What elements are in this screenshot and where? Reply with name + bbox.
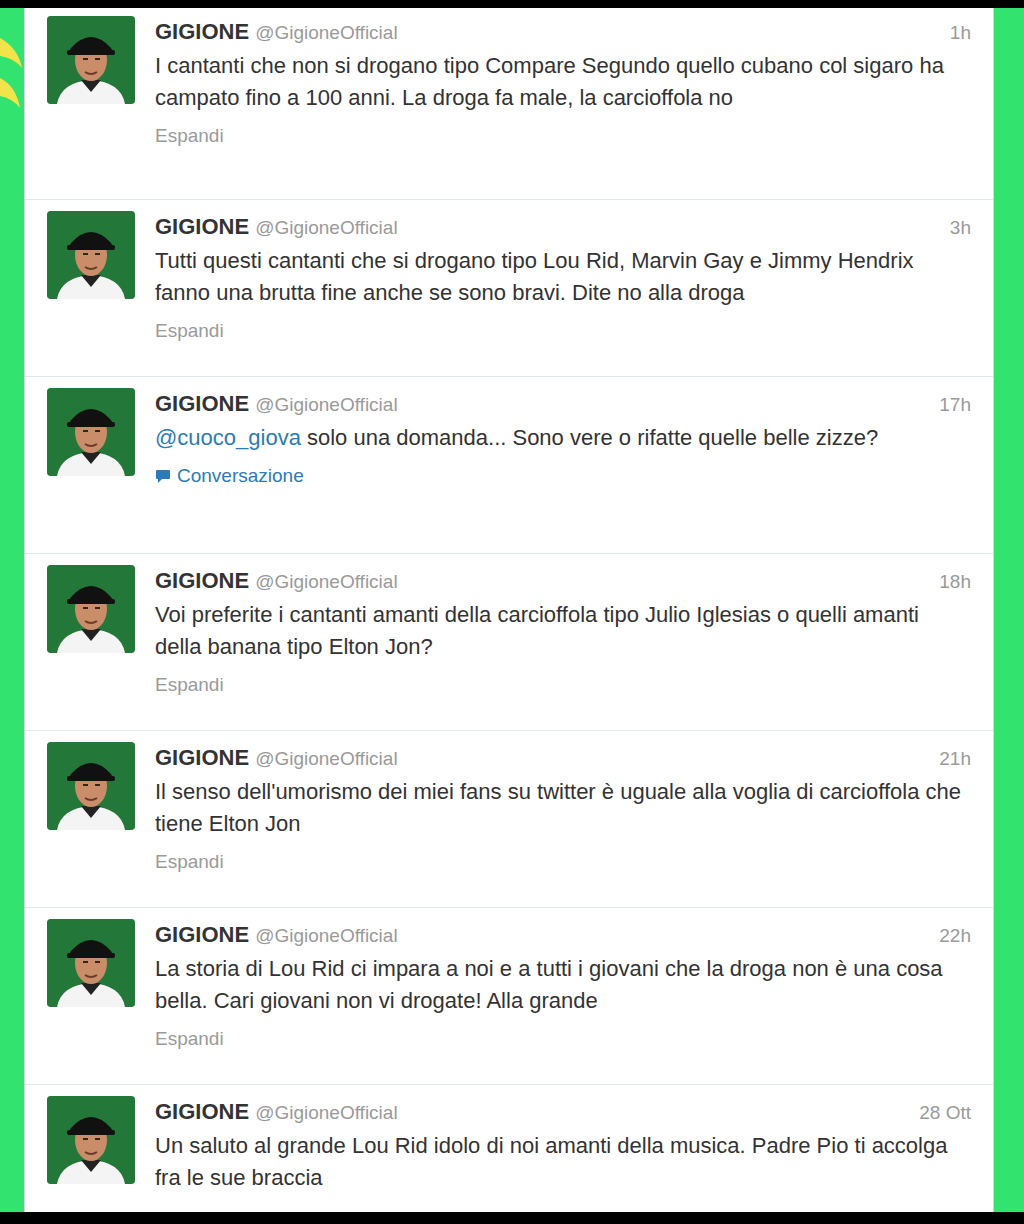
left-strip (0, 8, 24, 1212)
action-label: Espandi (155, 1025, 224, 1054)
avatar-icon[interactable] (47, 16, 135, 104)
author-handle[interactable]: @GigioneOfficial (255, 745, 398, 774)
tweet-text: I cantanti che non si drogano tipo Compa… (155, 50, 971, 114)
tweet-body: GIGIONE@GigioneOfficial 28 Ott Un saluto a… (155, 1095, 971, 1212)
author-name[interactable]: GIGIONE (155, 210, 249, 243)
author-name[interactable]: GIGIONE (155, 564, 249, 597)
author-name[interactable]: GIGIONE (155, 15, 249, 48)
tweet-header: GIGIONE@GigioneOfficial 18h (155, 564, 971, 597)
avatar-icon[interactable] (47, 1096, 135, 1184)
action-label: Conversazione (177, 462, 304, 491)
action-label: Espandi (155, 848, 224, 877)
avatar-icon[interactable] (47, 565, 135, 653)
tweet-text-content: I cantanti che non si drogano tipo Compa… (155, 53, 944, 110)
tweet-text: @cuoco_giova solo una domanda... Sono ve… (155, 422, 971, 454)
action-label: Espandi (155, 671, 224, 700)
author-name[interactable]: GIGIONE (155, 741, 249, 774)
tweet-text: La storia di Lou Rid ci impara a noi e a… (155, 953, 971, 1017)
action-label: Espandi (155, 317, 224, 346)
tweet-text-content: Un saluto al grande Lou Rid idolo di noi… (155, 1133, 947, 1190)
avatar-icon[interactable] (47, 919, 135, 1007)
tweet-text: Il senso dell'umorismo dei miei fans su … (155, 776, 971, 840)
timestamp[interactable]: 28 Ott (919, 1099, 971, 1128)
author-name[interactable]: GIGIONE (155, 918, 249, 951)
author-handle[interactable]: @GigioneOfficial (255, 214, 398, 243)
tweet-body: GIGIONE@GigioneOfficial17h@cuoco_giova s… (155, 387, 971, 553)
author-name[interactable]: GIGIONE (155, 1095, 249, 1128)
tweet-text: Voi preferite i cantanti amanti della ca… (155, 599, 971, 663)
tweet[interactable]: GIGIONE@GigioneOfficial 1hI cantanti che … (25, 8, 993, 200)
tweet[interactable]: GIGIONE@GigioneOfficial17h@cuoco_giova s… (25, 377, 993, 554)
decoration-icon (0, 28, 24, 138)
tweet-text: Un saluto al grande Lou Rid idolo di noi… (155, 1130, 971, 1194)
tweet-body: GIGIONE@GigioneOfficial 1hI cantanti che … (155, 15, 971, 199)
tweet-text-content: La storia di Lou Rid ci impara a noi e a… (155, 956, 943, 1013)
tweet[interactable]: GIGIONE@GigioneOfficial 21h Il senso dell'… (25, 731, 993, 908)
tweet-header: GIGIONE@GigioneOfficial 1h (155, 15, 971, 48)
tweet[interactable]: GIGIONE@GigioneOfficial 18h Voi preferite … (25, 554, 993, 731)
conversation-link[interactable]: Conversazione (155, 462, 971, 499)
timestamp[interactable]: 22h (939, 922, 971, 951)
expand-link[interactable]: Espandi (155, 122, 971, 159)
timestamp[interactable]: 21h (939, 745, 971, 774)
tweet-header: GIGIONE@GigioneOfficial 21h (155, 741, 971, 774)
tweet[interactable]: GIGIONE@GigioneOfficial 28 Ott Un saluto a… (25, 1085, 993, 1212)
tweet-body: GIGIONE@GigioneOfficial 22h La storia di L… (155, 918, 971, 1084)
timeline: GIGIONE@GigioneOfficial1hI cantanti che … (24, 8, 994, 1212)
timestamp[interactable]: 1h (950, 19, 971, 48)
tweet-header: GIGIONE@GigioneOfficial 28 Ott (155, 1095, 971, 1128)
tweet-body: GIGIONE@GigioneOfficial 3h Tutti questi ca… (155, 210, 971, 376)
author-name[interactable]: GIGIONE (155, 387, 249, 420)
mention-link[interactable]: @cuoco_giova (155, 425, 301, 450)
tweet-body: GIGIONE@GigioneOfficial 21h Il senso dell'… (155, 741, 971, 907)
tweet-header: GIGIONE@GigioneOfficial 17h (155, 387, 971, 420)
timestamp[interactable]: 17h (939, 391, 971, 420)
avatar-icon[interactable] (47, 742, 135, 830)
tweet[interactable]: GIGIONE@GigioneOfficial 3h Tutti questi ca… (25, 200, 993, 377)
tweet[interactable]: GIGIONE@GigioneOfficial 22h La storia di L… (25, 908, 993, 1085)
tweet-text-content: Tutti questi cantanti che si drogano tip… (155, 248, 914, 305)
tweet-text-content: Voi preferite i cantanti amanti della ca… (155, 602, 919, 659)
tweet-text: Tutti questi cantanti che si drogano tip… (155, 245, 971, 309)
expand-link[interactable]: Espandi (155, 317, 971, 354)
tweet-body: GIGIONE@GigioneOfficial 18h Voi preferite … (155, 564, 971, 730)
tweet-header: GIGIONE@GigioneOfficial 3h (155, 210, 971, 243)
expand-link[interactable]: Espandi (155, 1025, 971, 1062)
expand-link[interactable]: Espandi (155, 671, 971, 708)
speech-bubble-icon (155, 469, 171, 484)
expand-link[interactable]: Espandi (155, 848, 971, 885)
author-handle[interactable]: @GigioneOfficial (255, 1099, 398, 1128)
timestamp[interactable]: 18h (939, 568, 971, 597)
tweet-text-content: solo una domanda... Sono vere o rifatte … (301, 425, 878, 450)
avatar-icon[interactable] (47, 388, 135, 476)
author-handle[interactable]: @GigioneOfficial (255, 19, 398, 48)
author-handle[interactable]: @GigioneOfficial (255, 391, 398, 420)
action-label: Espandi (155, 122, 224, 151)
tweet-text-content: Il senso dell'umorismo dei miei fans su … (155, 779, 961, 836)
tweet-header: GIGIONE@GigioneOfficial 22h (155, 918, 971, 951)
author-handle[interactable]: @GigioneOfficial (255, 922, 398, 951)
author-handle[interactable]: @GigioneOfficial (255, 568, 398, 597)
timestamp[interactable]: 3h (950, 214, 971, 243)
avatar-icon[interactable] (47, 211, 135, 299)
